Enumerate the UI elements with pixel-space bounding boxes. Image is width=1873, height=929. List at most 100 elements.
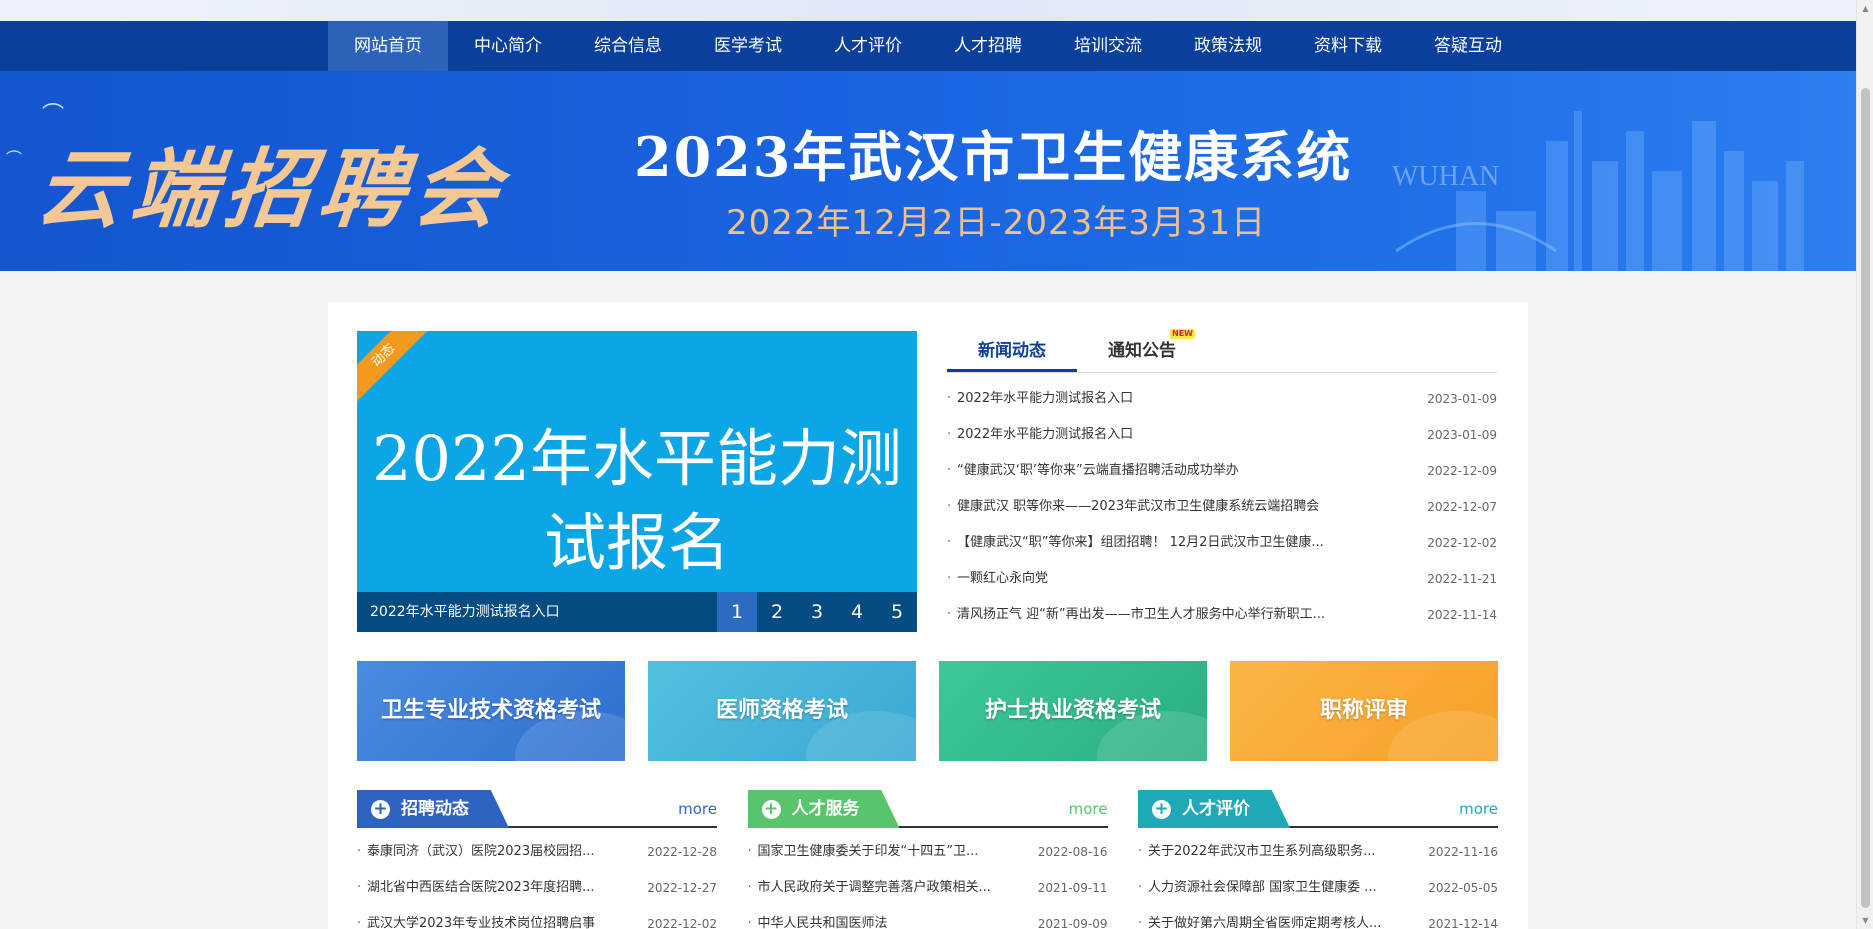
plus-icon: + bbox=[371, 800, 390, 819]
nav-item-recruitment[interactable]: 人才招聘 bbox=[928, 21, 1048, 71]
banner-title: 2023年武汉市卫生健康系统 bbox=[634, 125, 1353, 189]
list-item[interactable]: 泰康同济（武汉）医院2023届校园招... 2022-12-28 bbox=[357, 834, 717, 870]
news-title[interactable]: 一颗红心永向党 bbox=[947, 561, 1387, 597]
tab-news[interactable]: 新闻动态 bbox=[947, 331, 1077, 372]
more-link[interactable]: more bbox=[1069, 800, 1108, 818]
nav-item-info[interactable]: 综合信息 bbox=[568, 21, 688, 71]
list-item[interactable]: 一颗红心永向党 2022-11-21 bbox=[947, 561, 1497, 597]
scrollbar-thumb[interactable] bbox=[1861, 88, 1870, 908]
scroll-up-icon[interactable]: ▲ bbox=[1857, 0, 1873, 17]
column-recruitment: + 招聘动态 more 泰康同济（武汉）医院2023届校园招... 2022-12… bbox=[357, 790, 717, 929]
item-title[interactable]: 湖北省中西医结合医院2023年度招聘... bbox=[357, 870, 617, 906]
list-item[interactable]: 关于2022年武汉市卫生系列高级职务... 2022-11-16 bbox=[1138, 834, 1498, 870]
column-title: 招聘动态 bbox=[401, 799, 469, 819]
column-header: + 招聘动态 more bbox=[357, 790, 717, 828]
list-item[interactable]: 清风扬正气 迎“新”再出发——市卫生人才服务中心举行新职工... 2022-11-… bbox=[947, 597, 1497, 633]
column-label: + 人才评价 bbox=[1138, 790, 1290, 828]
news-date: 2023-01-09 bbox=[1427, 392, 1497, 406]
item-title[interactable]: 中华人民共和国医师法 bbox=[748, 906, 1008, 929]
news-date: 2023-01-09 bbox=[1427, 428, 1497, 442]
category-cards: 卫生专业技术资格考试 医师资格考试 护士执业资格考试 职称评审 bbox=[357, 661, 1498, 761]
scroll-down-icon[interactable]: ▼ bbox=[1857, 912, 1873, 929]
nav-item-about[interactable]: 中心简介 bbox=[448, 21, 568, 71]
item-date: 2021-09-09 bbox=[1037, 917, 1108, 929]
list-item[interactable]: 2022年水平能力测试报名入口 2023-01-09 bbox=[947, 381, 1497, 417]
list-item[interactable]: 国家卫生健康委关于印发“十四五”卫... 2022-08-16 bbox=[748, 834, 1108, 870]
news-title[interactable]: 【健康武汉“职”等你来】组团招聘！ 12月2日武汉市卫生健康... bbox=[947, 525, 1387, 561]
list-item[interactable]: 健康武汉 职等你来——2023年武汉市卫生健康系统云端招聘会 2022-12-07 bbox=[947, 489, 1497, 525]
list-item[interactable]: 市人民政府关于调整完善落户政策相关... 2021-09-11 bbox=[748, 870, 1108, 906]
item-title[interactable]: 人力资源社会保障部 国家卫生健康委 ... bbox=[1138, 870, 1398, 906]
plus-icon: + bbox=[761, 800, 781, 819]
nav-item-qa[interactable]: 答疑互动 bbox=[1408, 21, 1528, 71]
tab-notices[interactable]: 通知公告 NEW bbox=[1077, 329, 1207, 372]
news-title[interactable]: 健康武汉 职等你来——2023年武汉市卫生健康系统云端招聘会 bbox=[947, 489, 1387, 525]
category-card-nurse-exam[interactable]: 护士执业资格考试 bbox=[939, 661, 1207, 761]
item-title[interactable]: 泰康同济（武汉）医院2023届校园招... bbox=[357, 834, 617, 870]
slider-page-2[interactable]: 2 bbox=[757, 592, 797, 632]
item-date: 2021-09-11 bbox=[1037, 881, 1108, 895]
slider-pagination: 1 2 3 4 5 bbox=[717, 592, 917, 632]
slider-page-4[interactable]: 4 bbox=[837, 592, 877, 632]
nav-item-policy[interactable]: 政策法规 bbox=[1168, 21, 1288, 71]
column-title: 人才评价 bbox=[1182, 799, 1250, 819]
recruitment-banner[interactable]: ⌒ ⌒ 云端招聘会 2023年武汉市卫生健康系统 WUHAN 2022年12月2… bbox=[0, 71, 1856, 271]
list-item[interactable]: 2022年水平能力测试报名入口 2023-01-09 bbox=[947, 417, 1497, 453]
slider-page-3[interactable]: 3 bbox=[797, 592, 837, 632]
slider-caption-bar: 2022年水平能力测试报名入口 1 2 3 4 5 bbox=[357, 592, 917, 632]
list-item[interactable]: 关于做好第六周期全省医师定期考核人... 2021-12-14 bbox=[1138, 906, 1498, 929]
more-link[interactable]: more bbox=[1459, 800, 1498, 818]
nav-item-training[interactable]: 培训交流 bbox=[1048, 21, 1168, 71]
item-title[interactable]: 关于2022年武汉市卫生系列高级职务... bbox=[1138, 834, 1398, 870]
list-item[interactable]: 湖北省中西医结合医院2023年度招聘... 2022-12-27 bbox=[357, 870, 717, 906]
nav-item-downloads[interactable]: 资料下载 bbox=[1288, 21, 1408, 71]
category-card-physician-exam[interactable]: 医师资格考试 bbox=[648, 661, 916, 761]
slider-caption[interactable]: 2022年水平能力测试报名入口 bbox=[370, 592, 560, 632]
news-date: 2022-11-14 bbox=[1427, 608, 1497, 622]
column-header: + 人才评价 more bbox=[1138, 790, 1498, 828]
news-panel: 新闻动态 通知公告 NEW 2022年水平能力测试报名入口 2023-01-09 … bbox=[947, 329, 1497, 633]
column-header: + 人才服务 more bbox=[747, 790, 1108, 828]
slider-corner-tag: 动态 bbox=[357, 331, 440, 412]
column-label: + 招聘动态 bbox=[357, 790, 509, 828]
list-item[interactable]: 【健康武汉“职”等你来】组团招聘！ 12月2日武汉市卫生健康... 2022-12… bbox=[947, 525, 1497, 561]
image-slider[interactable]: 动态 2022年水平能力测试报名 2022年水平能力测试报名入口 1 2 3 4… bbox=[357, 331, 917, 632]
nav-item-home[interactable]: 网站首页 bbox=[328, 21, 448, 71]
news-title[interactable]: “健康武汉‘职’等你来”云端直播招聘活动成功举办 bbox=[947, 453, 1387, 489]
news-date: 2022-11-21 bbox=[1427, 572, 1497, 586]
banner-cursive-title: 云端招聘会 bbox=[31, 139, 513, 240]
news-title[interactable]: 2022年水平能力测试报名入口 bbox=[947, 417, 1387, 453]
news-title[interactable]: 2022年水平能力测试报名入口 bbox=[947, 381, 1387, 417]
item-date: 2022-05-05 bbox=[1428, 881, 1498, 895]
item-date: 2022-12-28 bbox=[647, 845, 717, 859]
news-tabs: 新闻动态 通知公告 NEW bbox=[947, 329, 1497, 373]
tab-notices-label: 通知公告 bbox=[1108, 341, 1176, 361]
list-item[interactable]: 武汉大学2023年专业技术岗位招聘启事 2022-12-02 bbox=[357, 906, 717, 929]
info-columns: + 招聘动态 more 泰康同济（武汉）医院2023届校园招... 2022-12… bbox=[357, 790, 1498, 929]
column-list: 国家卫生健康委关于印发“十四五”卫... 2022-08-16 市人民政府关于调整… bbox=[748, 834, 1108, 929]
page-scrollbar[interactable]: ▲ ▼ bbox=[1856, 0, 1873, 929]
top-decor-strip bbox=[0, 0, 1856, 21]
item-date: 2022-12-27 bbox=[647, 881, 717, 895]
column-title: 人才服务 bbox=[791, 799, 860, 819]
list-item[interactable]: “健康武汉‘职’等你来”云端直播招聘活动成功举办 2022-12-09 bbox=[947, 453, 1497, 489]
slider-page-5[interactable]: 5 bbox=[877, 592, 917, 632]
more-link[interactable]: more bbox=[678, 800, 717, 818]
item-date: 2021-12-14 bbox=[1428, 917, 1498, 929]
main-content: 动态 2022年水平能力测试报名 2022年水平能力测试报名入口 1 2 3 4… bbox=[328, 302, 1528, 929]
item-title[interactable]: 关于做好第六周期全省医师定期考核人... bbox=[1138, 906, 1398, 929]
item-title[interactable]: 市人民政府关于调整完善落户政策相关... bbox=[748, 870, 1008, 906]
slider-page-1[interactable]: 1 bbox=[717, 592, 757, 632]
nav-item-medical-exam[interactable]: 医学考试 bbox=[688, 21, 808, 71]
column-talent-evaluation: + 人才评价 more 关于2022年武汉市卫生系列高级职务... 2022-11… bbox=[1138, 790, 1498, 929]
main-nav: 网站首页 中心简介 综合信息 医学考试 人才评价 人才招聘 培训交流 政策法规 … bbox=[0, 21, 1856, 71]
item-title[interactable]: 武汉大学2023年专业技术岗位招聘启事 bbox=[357, 906, 617, 929]
news-title[interactable]: 清风扬正气 迎“新”再出发——市卫生人才服务中心举行新职工... bbox=[947, 597, 1387, 633]
category-card-health-tech-exam[interactable]: 卫生专业技术资格考试 bbox=[357, 661, 625, 761]
list-item[interactable]: 人力资源社会保障部 国家卫生健康委 ... 2022-05-05 bbox=[1138, 870, 1498, 906]
list-item[interactable]: 中华人民共和国医师法 2021-09-09 bbox=[748, 906, 1108, 929]
news-date: 2022-12-09 bbox=[1427, 464, 1497, 478]
nav-item-talent-evaluation[interactable]: 人才评价 bbox=[808, 21, 928, 71]
item-title[interactable]: 国家卫生健康委关于印发“十四五”卫... bbox=[748, 834, 1008, 870]
category-card-title-review[interactable]: 职称评审 bbox=[1230, 661, 1498, 761]
